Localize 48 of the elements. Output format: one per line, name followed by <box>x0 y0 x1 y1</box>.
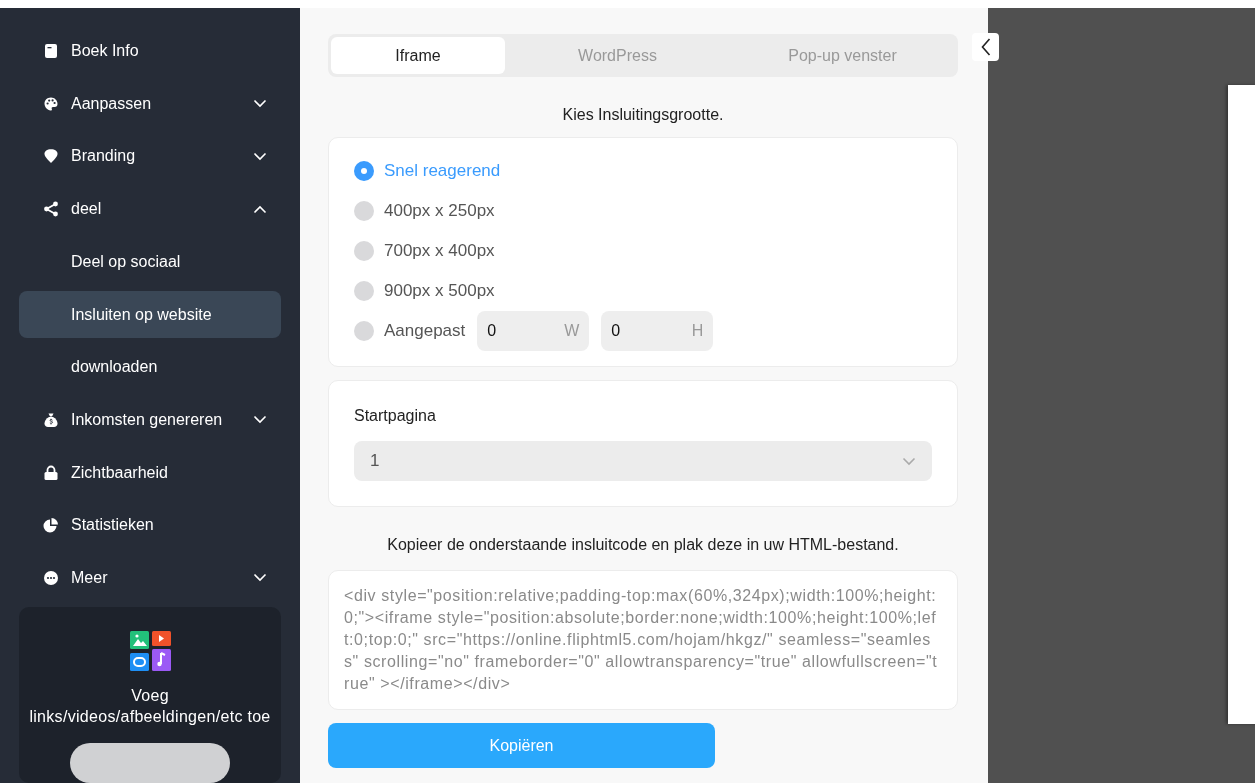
palette-icon <box>43 95 59 112</box>
promo-button[interactable] <box>70 743 230 783</box>
drop-icon <box>43 148 59 165</box>
collapse-button[interactable] <box>972 33 999 61</box>
sidebar-item[interactable]: Branding <box>19 130 281 183</box>
radio-button[interactable] <box>354 321 374 341</box>
sidebar-item[interactable]: Boek Info <box>19 25 281 78</box>
radio-button[interactable] <box>354 201 374 221</box>
sidebar-item[interactable]: Zichtbaarheid <box>19 446 281 499</box>
option-label: Snel reagerend <box>384 160 501 183</box>
share-icon <box>43 201 59 217</box>
sidebar-item[interactable]: Aanpassen <box>19 77 281 131</box>
option-label: 700px x 400px <box>384 240 495 263</box>
unit-label: H <box>691 321 704 341</box>
sidebar-subitem[interactable]: Insluiten op website <box>19 290 281 339</box>
chevron-icon <box>253 204 267 214</box>
chevron-icon <box>253 99 267 109</box>
chevron-icon <box>253 573 267 583</box>
sidebar-item[interactable]: Statistieken <box>19 498 281 552</box>
field-label: Startpagina <box>354 406 437 426</box>
chevron-icon <box>253 415 267 425</box>
section-heading: Kopieer de onderstaande insluitcode en plak deze in uw HTML-bestand. <box>386 535 900 555</box>
media-icon <box>129 631 171 671</box>
option-label: 400px x 250px <box>384 200 495 223</box>
promo-text: Voeg links/videos/afbeeldingen/etc toe <box>28 686 272 727</box>
sidebar-item[interactable]: Meer <box>19 551 281 604</box>
sidebar-item[interactable]: deel <box>19 182 281 236</box>
sidebar-item[interactable]: Inkomsten genereren <box>19 393 281 447</box>
page-select[interactable]: 1 <box>354 441 932 481</box>
option-label: 900px x 500px <box>384 280 495 303</box>
tab[interactable]: Iframe <box>331 37 505 74</box>
radio-button[interactable] <box>354 241 374 261</box>
pie-chart-icon <box>43 517 59 534</box>
sidebar-subitem[interactable]: Deel op sociaal <box>19 237 281 286</box>
book-icon <box>43 43 59 60</box>
embed-code-box[interactable]: <div style="position:relative;padding-top:max(60%,324px);width:100%;height:0;"><iframe style="position:absolute;border:none;width:100%;height:100%;left:0;top:0;" src="https://online.fliphtml5.com/hojam/hkgz/" seamless="seamless" scrolling="no" frameborder="0" allowtransparency="true" allowfullscreen="true" ></iframe></div> <box>328 570 958 710</box>
money-bag-icon <box>43 412 59 428</box>
chevron-left-icon <box>980 38 991 56</box>
sidebar-subitem[interactable]: downloaden <box>19 343 281 392</box>
chevron-down-icon <box>902 456 916 466</box>
unit-label: W <box>564 321 580 341</box>
radio-button[interactable] <box>354 281 374 301</box>
more-icon <box>43 569 59 586</box>
lock-icon <box>43 464 59 481</box>
option-label: Aangepast <box>384 320 466 343</box>
chevron-icon <box>253 151 267 161</box>
radio-button[interactable] <box>354 161 374 181</box>
section-heading: Kies Insluitingsgrootte. <box>561 105 725 125</box>
